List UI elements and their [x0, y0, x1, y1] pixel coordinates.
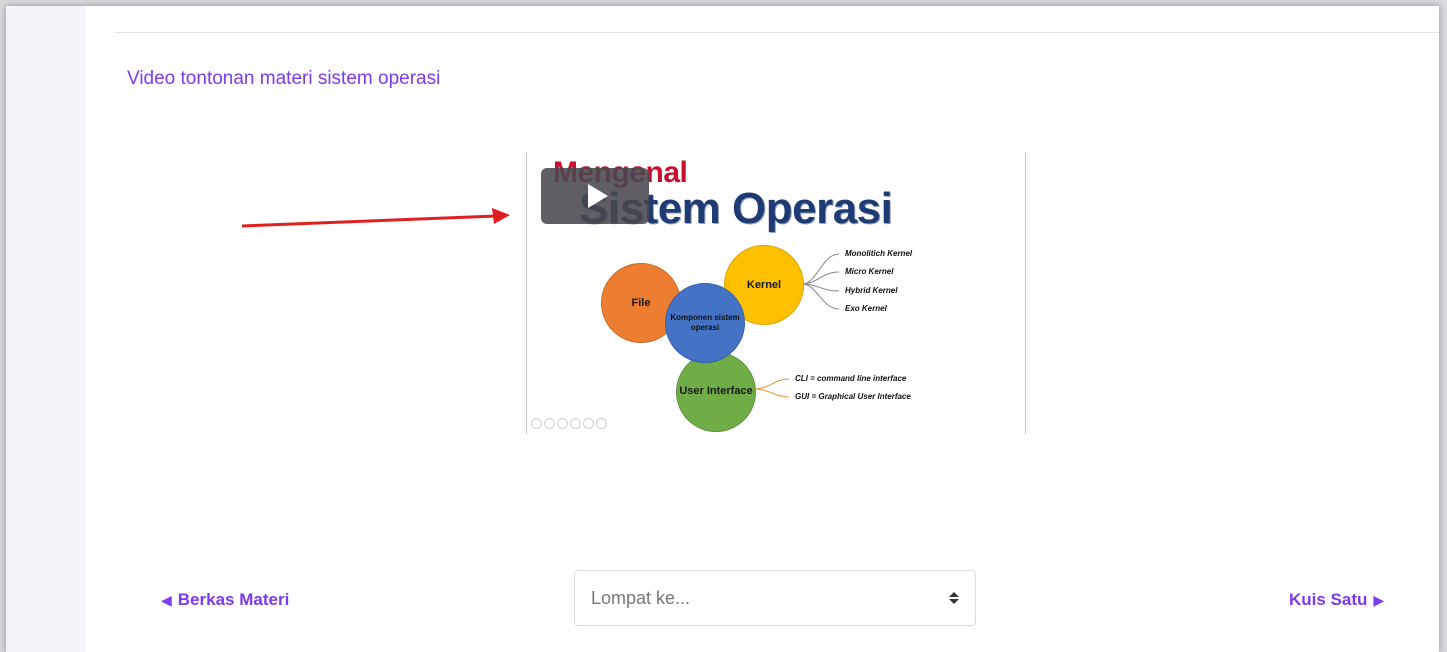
interface-label: CLI = command line interface	[795, 374, 907, 383]
kernel-type-label: Hybrid Kernel	[845, 286, 898, 295]
next-activity-link[interactable]: Kuis Satu ▶	[1289, 590, 1384, 610]
video-player[interactable]: Mengenal Sistem Operasi File Kernel User…	[526, 152, 1026, 434]
slide-controls	[531, 418, 607, 429]
page-window: Video tontonan materi sistem operasi Men…	[6, 6, 1439, 652]
jump-to-select[interactable]: Lompat ke...	[574, 570, 976, 626]
slide-control-button[interactable]	[531, 418, 542, 429]
interface-label: GUI = Graphical User Interface	[795, 392, 911, 401]
diagram-node-center: Komponen sistem operasi	[665, 283, 745, 363]
kernel-type-label: Exo Kernel	[845, 304, 887, 313]
next-activity-label: Kuis Satu	[1289, 590, 1368, 609]
slide-control-button[interactable]	[596, 418, 607, 429]
left-sidebar-strip	[6, 6, 86, 652]
triangle-right-icon: ▶	[1373, 591, 1385, 608]
annotation-arrow	[241, 208, 510, 228]
page-title[interactable]: Video tontonan materi sistem operasi	[127, 68, 440, 90]
divider	[114, 32, 1439, 33]
sort-arrows-icon	[949, 592, 959, 604]
kernel-type-label: Micro Kernel	[845, 267, 894, 276]
previous-activity-label: Berkas Materi	[177, 590, 290, 609]
slide-control-button[interactable]	[544, 418, 555, 429]
slide-control-button[interactable]	[557, 418, 568, 429]
previous-activity-link[interactable]: ◀ Berkas Materi	[161, 590, 289, 610]
triangle-left-icon: ◀	[161, 591, 172, 608]
slide-control-button[interactable]	[570, 418, 581, 429]
diagram-node-user-interface: User Interface	[676, 352, 756, 432]
kernel-type-label: Monolitich Kernel	[845, 249, 913, 258]
jump-to-placeholder: Lompat ke...	[591, 587, 691, 608]
slide-control-button[interactable]	[583, 418, 594, 429]
